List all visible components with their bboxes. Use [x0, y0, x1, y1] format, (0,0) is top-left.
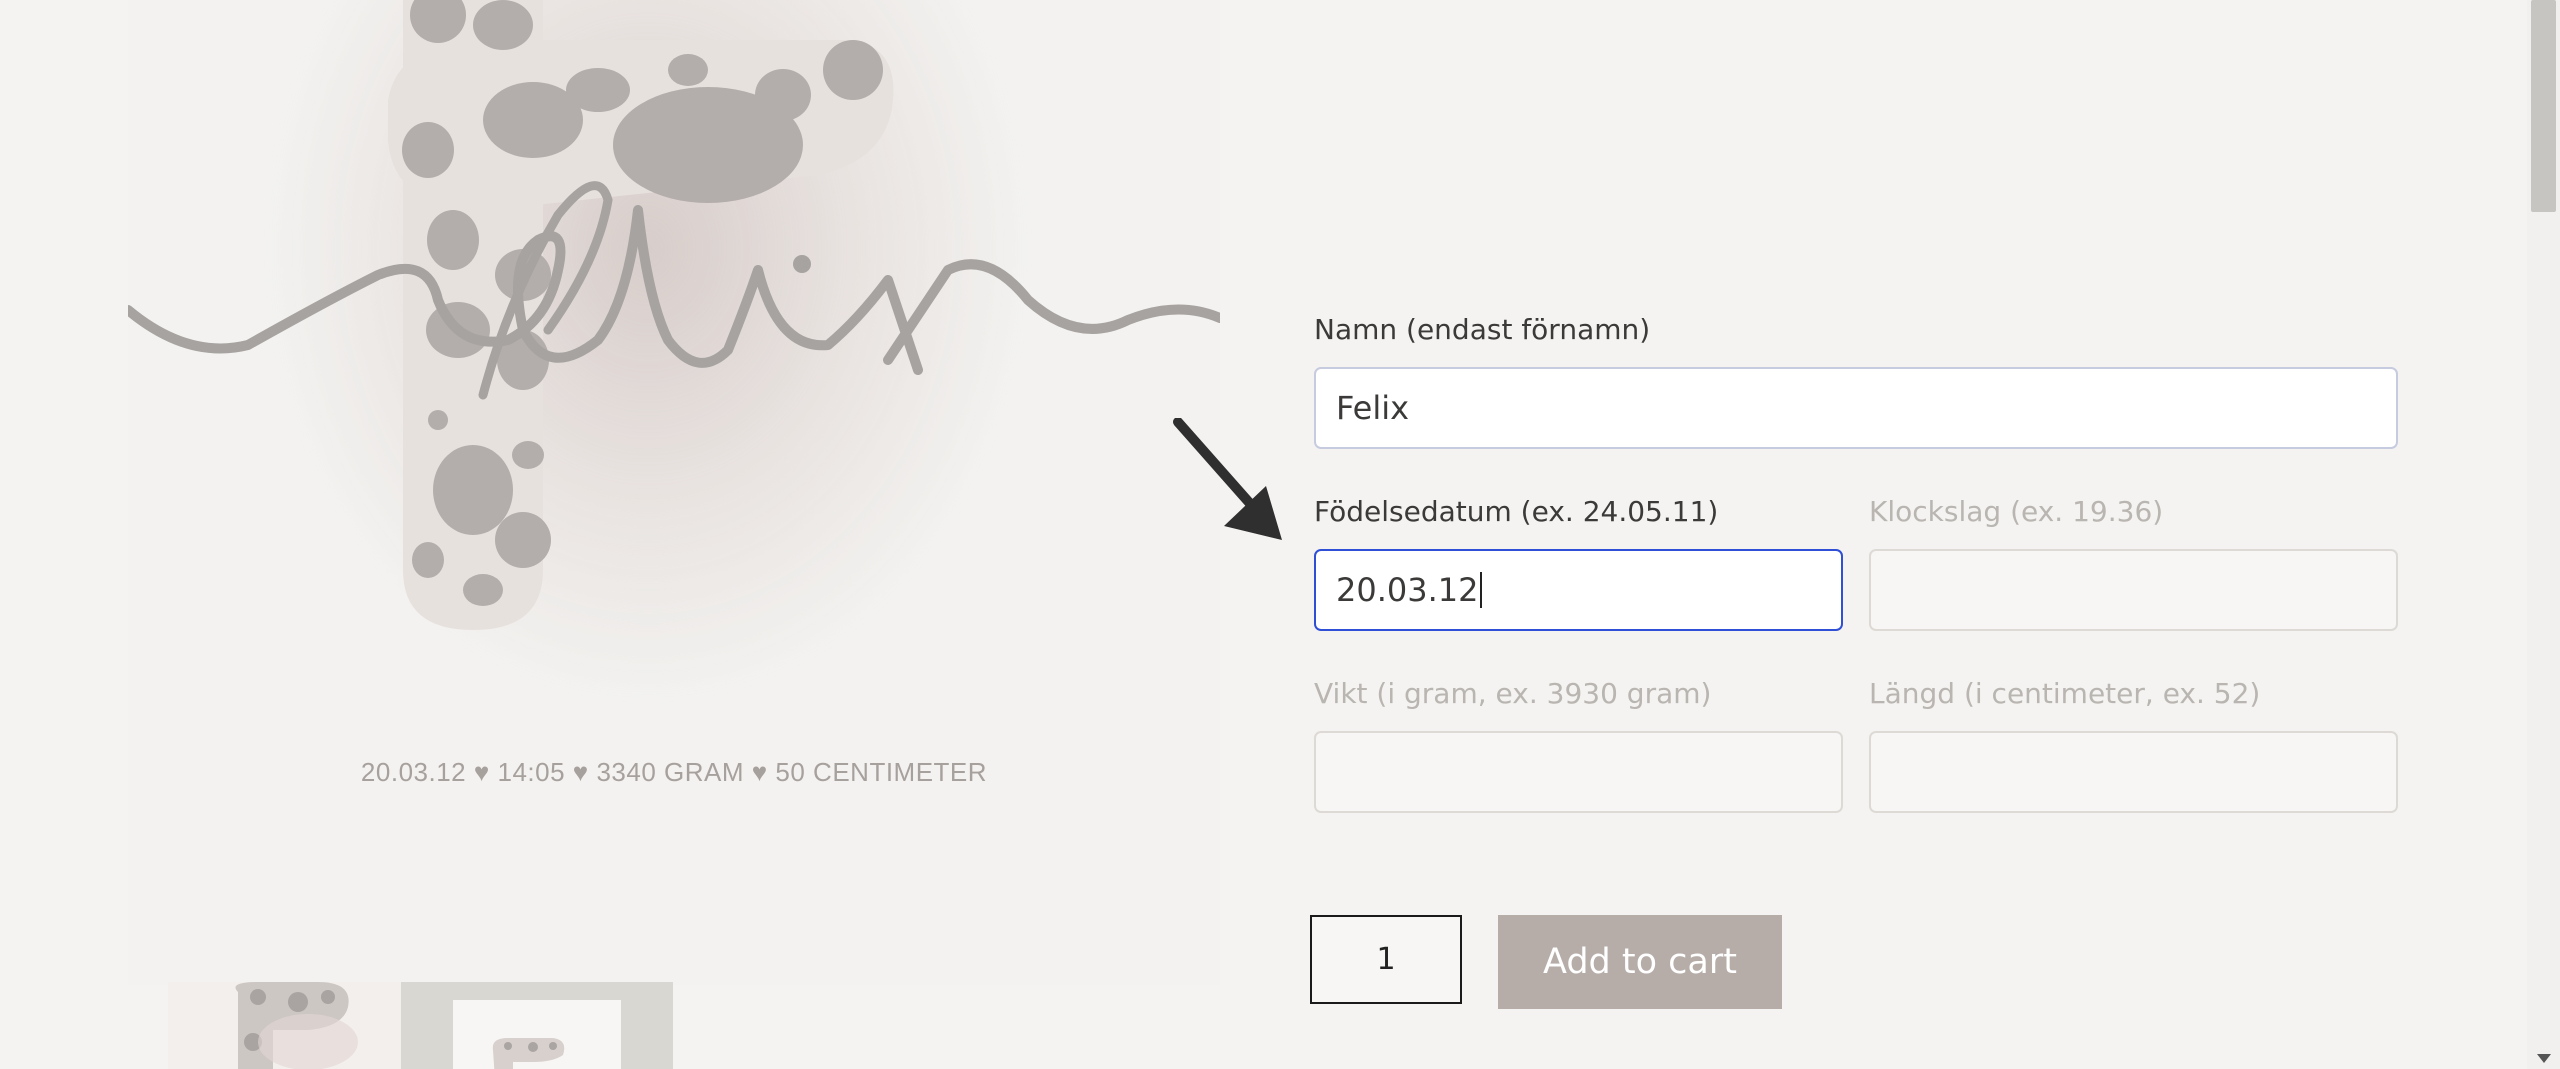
letter-f-artwork	[128, 0, 1220, 630]
product-meta-line: 20.03.12 ♥ 14:05 ♥ 3340 GRAM ♥ 50 CENTIM…	[360, 757, 988, 787]
weight-input[interactable]	[1314, 731, 1843, 813]
weight-label: Vikt (i gram, ex. 3930 gram)	[1314, 677, 1712, 710]
page-scrollbar[interactable]	[2527, 0, 2560, 1069]
thumbnail-2[interactable]	[401, 982, 673, 1069]
birthdate-input-value: 20.03.12	[1336, 571, 1479, 609]
name-label: Namn (endast förnamn)	[1314, 313, 1651, 346]
time-input[interactable]	[1869, 549, 2398, 631]
add-to-cart-button[interactable]: Add to cart	[1498, 915, 1782, 1009]
birthdate-input[interactable]: 20.03.12	[1314, 549, 1843, 631]
thumbnail-1[interactable]	[168, 982, 438, 1069]
thumbnail-frame	[453, 1000, 621, 1069]
name-input[interactable]: Felix	[1314, 367, 2398, 449]
birthdate-label: Födelsedatum (ex. 24.05.11)	[1314, 495, 1719, 528]
thumbnail-framed-print-icon	[492, 1038, 565, 1069]
quantity-value: 1	[1376, 942, 1396, 977]
arrow-down-right-icon	[1173, 418, 1282, 540]
scrollbar-thumb[interactable]	[2531, 0, 2556, 212]
quantity-input[interactable]: 1	[1310, 915, 1462, 1004]
chevron-down-icon[interactable]	[2537, 1054, 2551, 1063]
time-label: Klockslag (ex. 19.36)	[1869, 495, 2164, 528]
text-caret	[1479, 572, 1482, 608]
thumbnail-letter-icon	[235, 982, 358, 1069]
length-input[interactable]	[1869, 731, 2398, 813]
length-label: Längd (i centimeter, ex. 52)	[1869, 677, 2261, 710]
name-input-value: Felix	[1336, 389, 1410, 427]
product-image[interactable]: 20.03.12 ♥ 14:05 ♥ 3340 GRAM ♥ 50 CENTIM…	[128, 0, 1220, 985]
thumbnail-strip	[128, 982, 828, 1069]
